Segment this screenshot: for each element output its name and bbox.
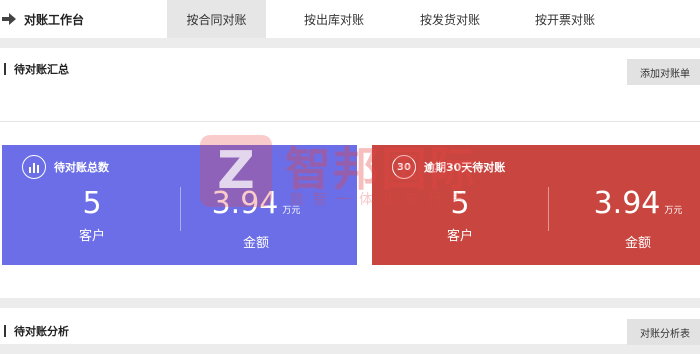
amount-label: 金额 bbox=[624, 236, 651, 251]
amount-stat: 3.94 万元 金额 bbox=[550, 185, 700, 251]
workbench-title-text: 对账工作台 bbox=[24, 12, 85, 27]
summary-title-text: 待对账汇总 bbox=[14, 63, 69, 76]
amount-unit: 万元 bbox=[282, 206, 301, 216]
amount-stat: 3.94 万元 金额 bbox=[168, 185, 344, 251]
card-header: 30 逾期30天待对账 bbox=[392, 155, 505, 179]
customer-label: 客户 bbox=[78, 229, 105, 244]
customer-count: 5 bbox=[450, 186, 470, 221]
bar-chart-icon bbox=[22, 155, 46, 179]
overdue-30-card[interactable]: 30 逾期30天待对账 5 客户 3.94 万元 金额 bbox=[372, 145, 700, 265]
analysis-header: 待对账分析 对账分析表 bbox=[0, 308, 700, 354]
pending-total-card[interactable]: 待对账总数 5 客户 3.94 万元 金额 bbox=[2, 145, 357, 265]
tab-by-shipment[interactable]: 按发货对账 bbox=[400, 0, 500, 38]
add-statement-button[interactable]: 添加对账单 bbox=[627, 59, 700, 85]
amount-value: 3.94 bbox=[593, 186, 661, 221]
tab-by-invoice[interactable]: 按开票对账 bbox=[515, 0, 615, 38]
card-title: 逾期30天待对账 bbox=[424, 161, 506, 174]
title-accent-bar bbox=[4, 325, 6, 337]
amount-value: 3.94 bbox=[211, 186, 279, 221]
customer-label: 客户 bbox=[446, 229, 473, 244]
amount-unit: 万元 bbox=[664, 206, 683, 216]
divider bbox=[0, 121, 700, 122]
top-navigation-bar: 对账工作台 按合同对账 按出库对账 按发货对账 按开票对账 bbox=[0, 0, 700, 38]
card-title: 待对账总数 bbox=[54, 161, 109, 174]
summary-header: 待对账汇总 添加对账单 bbox=[0, 48, 700, 90]
tab-by-outbound[interactable]: 按出库对账 bbox=[284, 0, 384, 38]
customer-stat: 5 客户 bbox=[372, 185, 548, 244]
tab-by-contract[interactable]: 按合同对账 bbox=[167, 0, 266, 38]
workbench-title: 对账工作台 bbox=[0, 0, 84, 38]
amount-label: 金额 bbox=[242, 236, 269, 251]
calendar-30-icon: 30 bbox=[392, 155, 416, 179]
analysis-title-text: 待对账分析 bbox=[14, 325, 69, 338]
stat-divider bbox=[548, 187, 549, 231]
card-header: 待对账总数 bbox=[22, 155, 109, 179]
analysis-title: 待对账分析 bbox=[4, 308, 69, 354]
analysis-panel: 待对账分析 对账分析表 bbox=[0, 308, 700, 345]
title-accent-bar bbox=[4, 63, 6, 75]
analysis-report-button[interactable]: 对账分析表 bbox=[627, 319, 700, 345]
summary-title: 待对账汇总 bbox=[4, 48, 69, 90]
customer-stat: 5 客户 bbox=[4, 185, 180, 244]
customer-count: 5 bbox=[82, 186, 102, 221]
arrow-right-icon bbox=[2, 12, 16, 26]
